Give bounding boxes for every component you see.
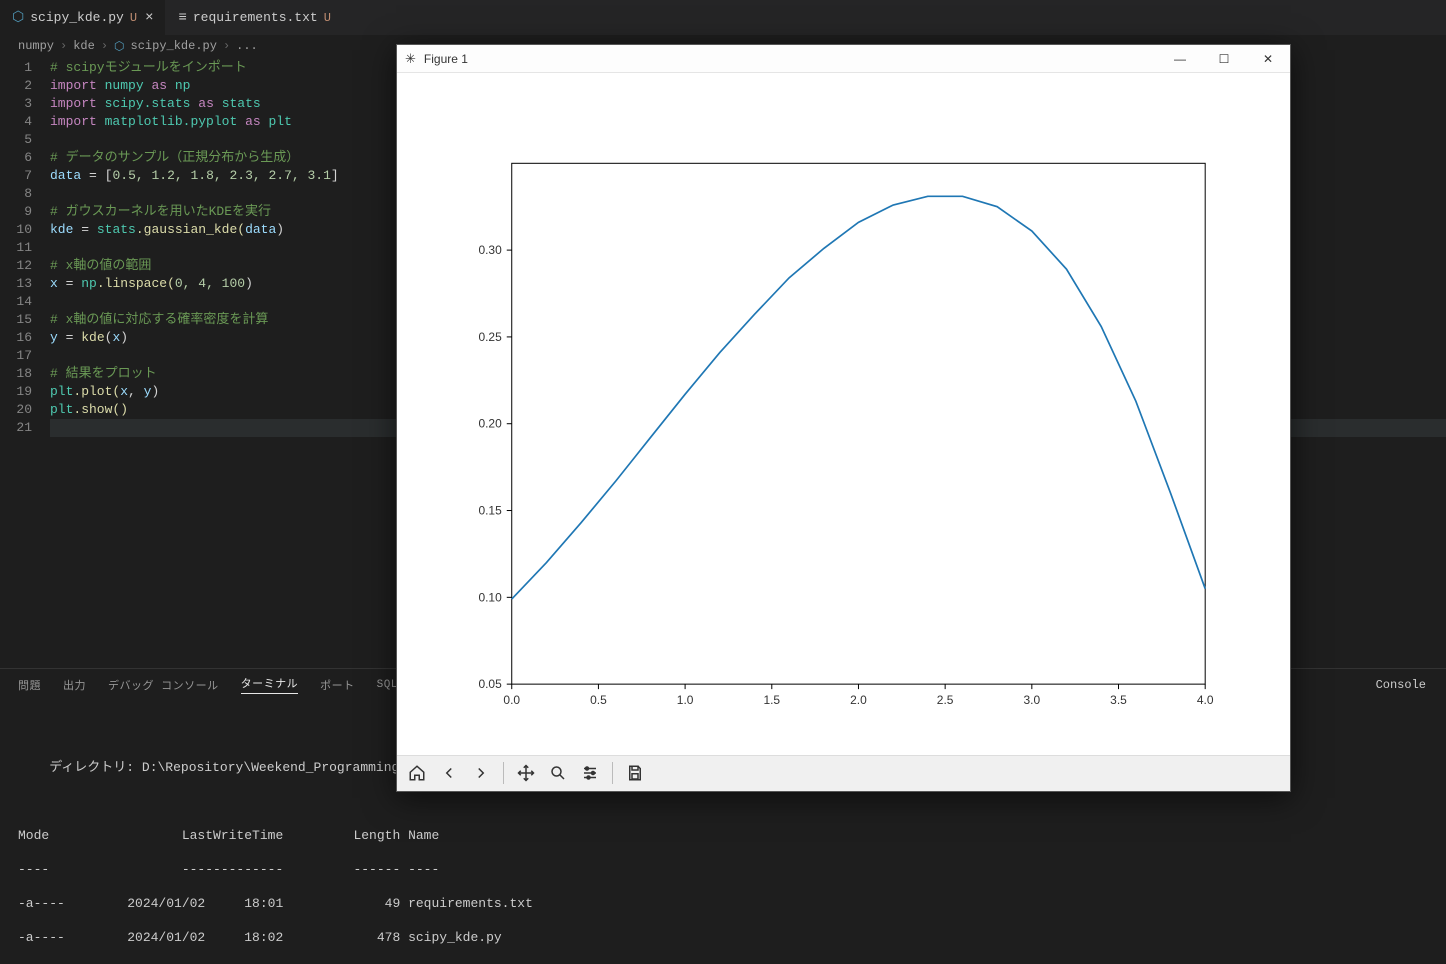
- breadcrumb-part[interactable]: numpy: [18, 39, 54, 53]
- svg-text:0.0: 0.0: [503, 694, 520, 708]
- terminal-line: -a---- 2024/01/02 18:01 49 requirements.…: [18, 895, 1428, 912]
- tab-modified-indicator: U: [324, 11, 331, 25]
- svg-text:3.0: 3.0: [1024, 694, 1041, 708]
- panel-tab-ports[interactable]: ポート: [320, 677, 355, 693]
- close-button[interactable]: ✕: [1246, 45, 1290, 72]
- chevron-right-icon: ›: [60, 39, 67, 53]
- tab-label: scipy_kde.py: [30, 10, 124, 25]
- tab-requirements[interactable]: ≡ requirements.txt U: [166, 0, 343, 35]
- tab-scipy-kde[interactable]: ⬡ scipy_kde.py U ×: [0, 0, 166, 35]
- breadcrumb-part[interactable]: scipy_kde.py: [131, 39, 217, 53]
- figure-title: Figure 1: [424, 52, 1158, 66]
- tab-label: requirements.txt: [193, 10, 318, 25]
- code-comment: # データのサンプル（正規分布から生成）: [50, 150, 299, 165]
- back-icon[interactable]: [435, 759, 463, 787]
- panel-tab-problems[interactable]: 問題: [18, 677, 41, 693]
- svg-text:0.10: 0.10: [478, 591, 502, 605]
- kde-line-chart: 0.0 0.5 1.0 1.5 2.0 2.5 3.0 3.5 4.0 0.05 0.10 0.15 0…: [397, 73, 1290, 754]
- toolbar-divider: [503, 762, 504, 784]
- panel-right-label[interactable]: Console: [1376, 678, 1426, 692]
- python-file-icon: ⬡: [114, 39, 124, 54]
- svg-text:0.15: 0.15: [478, 504, 502, 518]
- close-icon[interactable]: ×: [145, 11, 153, 25]
- svg-text:0.30: 0.30: [478, 244, 502, 258]
- code-comment: # x軸の値に対応する確率密度を計算: [50, 312, 268, 327]
- code-comment: # x軸の値の範囲: [50, 258, 151, 273]
- panel-tab-terminal[interactable]: ターミナル: [241, 675, 299, 694]
- matplotlib-icon: ✳: [405, 51, 416, 67]
- chevron-right-icon: ›: [101, 39, 108, 53]
- matplotlib-toolbar: [397, 755, 1290, 791]
- svg-text:4.0: 4.0: [1197, 694, 1214, 708]
- svg-text:1.5: 1.5: [763, 694, 780, 708]
- svg-text:2.0: 2.0: [850, 694, 867, 708]
- zoom-icon[interactable]: [544, 759, 572, 787]
- forward-icon[interactable]: [467, 759, 495, 787]
- breadcrumb-part[interactable]: ...: [236, 39, 258, 53]
- terminal-line: -a---- 2024/01/02 18:02 478 scipy_kde.py: [18, 929, 1428, 946]
- configure-icon[interactable]: [576, 759, 604, 787]
- save-icon[interactable]: [621, 759, 649, 787]
- toolbar-divider: [612, 762, 613, 784]
- panel-tab-debug-console[interactable]: デバッグ コンソール: [108, 677, 219, 693]
- svg-text:0.05: 0.05: [478, 678, 502, 692]
- panel-tab-output[interactable]: 出力: [63, 677, 86, 693]
- svg-text:0.25: 0.25: [478, 330, 502, 344]
- svg-text:3.5: 3.5: [1110, 694, 1127, 708]
- editor-tabs: ⬡ scipy_kde.py U × ≡ requirements.txt U: [0, 0, 1446, 35]
- code-comment: # scipyモジュールをインポート: [50, 60, 247, 75]
- svg-text:1.0: 1.0: [677, 694, 694, 708]
- home-icon[interactable]: [403, 759, 431, 787]
- svg-text:0.20: 0.20: [478, 417, 502, 431]
- maximize-button[interactable]: ☐: [1202, 45, 1246, 72]
- svg-text:2.5: 2.5: [937, 694, 954, 708]
- code-comment: # 結果をプロット: [50, 366, 157, 381]
- terminal-line: ---- ------------- ------ ----: [18, 861, 1428, 878]
- minimize-button[interactable]: —: [1158, 45, 1202, 72]
- pan-icon[interactable]: [512, 759, 540, 787]
- terminal-header: Mode LastWriteTime Length Name: [18, 827, 1428, 844]
- matplotlib-figure-window: ✳ Figure 1 — ☐ ✕ 0.0 0.5 1.0 1.5 2.0 2.5 3.0 3.…: [396, 44, 1291, 792]
- python-file-icon: ⬡: [12, 9, 24, 26]
- svg-text:0.5: 0.5: [590, 694, 607, 708]
- code-comment: # ガウスカーネルを用いたKDEを実行: [50, 204, 271, 219]
- chevron-right-icon: ›: [223, 39, 230, 53]
- figure-titlebar[interactable]: ✳ Figure 1 — ☐ ✕: [397, 45, 1290, 73]
- tab-modified-indicator: U: [130, 11, 137, 25]
- breadcrumb-part[interactable]: kde: [73, 39, 95, 53]
- text-file-icon: ≡: [178, 10, 186, 26]
- line-gutter: 123456789101112131415161718192021: [0, 59, 50, 437]
- figure-plot-area[interactable]: 0.0 0.5 1.0 1.5 2.0 2.5 3.0 3.5 4.0 0.05 0.10 0.15 0…: [397, 73, 1290, 754]
